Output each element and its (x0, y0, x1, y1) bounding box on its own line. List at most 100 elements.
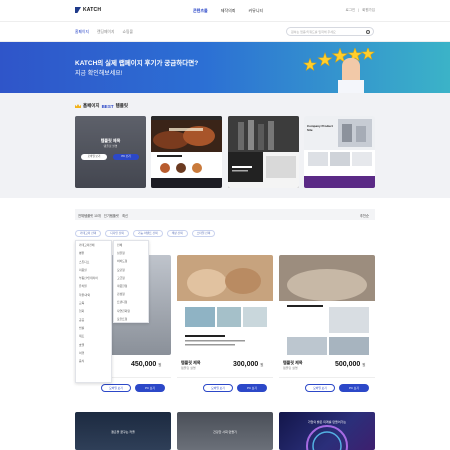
design-dropdown[interactable]: 전체 심플형 비비드형 모던형 고급형 따뜻한형 감성형 트렌디형 자연친화형 … (113, 240, 149, 323)
mobile-view-button[interactable]: 모바일 보기 (81, 154, 107, 160)
dropdown-option[interactable]: 학원/과외 (76, 291, 111, 299)
dropdown-option[interactable]: 호텔 (76, 341, 111, 349)
best-card-4-title: Company Product Site (307, 124, 333, 132)
bottom-card-3-graphic (306, 425, 348, 450)
dropdown-option[interactable]: 포인트형 (114, 315, 148, 323)
best-title-accent: BEST (101, 103, 114, 109)
product-1-price-value: 450,000 (131, 361, 157, 368)
tab-homepage[interactable]: 홈페이지 (75, 30, 89, 35)
restaurant-template-thumbnail (151, 116, 222, 188)
product-2-pc-button[interactable]: PC 보기 (237, 384, 267, 392)
dropdown-option[interactable]: 따뜻한형 (114, 282, 148, 290)
dropdown-option[interactable]: 고급형 (114, 274, 148, 282)
product-3-thumbnail[interactable] (279, 255, 375, 355)
dropdown-option[interactable]: 법률 (76, 324, 111, 332)
dropdown-option[interactable]: 여행 (76, 349, 111, 357)
util-divider: | (358, 8, 360, 12)
category-dropdown[interactable]: 카테고리전체 병원 스튜디오 미용실 부동산/인테리어 유치원 학원/과외 교육… (75, 240, 112, 383)
bottom-card-1[interactable]: 결혼을 꿈꾸는 커플 (75, 412, 171, 450)
product-3-price-value: 500,000 (335, 361, 361, 368)
product-2-price: 300,000 원 (233, 361, 264, 368)
dropdown-option[interactable]: 트렌디형 (114, 298, 148, 306)
sort-popular[interactable]: 인기템플릿 (104, 213, 119, 218)
nav-community[interactable]: 커뮤니티 (248, 8, 263, 14)
sleeve-illustration (338, 80, 364, 93)
product-3-mobile-button[interactable]: 모바일 보기 (305, 384, 335, 392)
nav-request[interactable]: 제작의뢰 (221, 8, 236, 14)
dropdown-option[interactable]: 음식 (76, 357, 111, 365)
filter-left: 전체템플릿 10개 인기템플릿 최신 (78, 213, 128, 218)
best-card-subtitle: 템플릿 설명 (103, 144, 118, 148)
dropdown-option[interactable]: 부동산/인테리어 (76, 274, 111, 282)
dropdown-option[interactable]: 병원 (76, 249, 111, 257)
sub-nav: 홈페이지 랜딩페이지 쇼핑몰 원하는 업종/키워드를 입력해 주세요 (0, 22, 450, 42)
dropdown-option[interactable]: 공공 (76, 316, 111, 324)
tab-landing[interactable]: 랜딩페이지 (97, 30, 114, 35)
bottom-card-3[interactable]: 기업의 밝은 미래를 만들어가는 (279, 412, 375, 450)
dropdown-option[interactable]: 감성형 (114, 290, 148, 298)
product-2-mobile-button[interactable]: 모바일 보기 (203, 384, 233, 392)
best-card-3[interactable] (228, 116, 299, 188)
dropdown-option[interactable]: 제조 (76, 332, 111, 340)
best-title-suffix: 템플릿 (115, 103, 128, 108)
best-title-prefix: 홈페이지 (83, 103, 100, 108)
bottom-card-3-title: 기업의 밝은 미래를 만들어가는 (307, 420, 347, 424)
logo-text: KATCH (83, 7, 102, 13)
crown-icon (75, 104, 81, 108)
sort-dropdown[interactable]: 추천순 (360, 213, 369, 218)
product-3-price: 500,000 원 (335, 361, 366, 368)
nav-content-mall[interactable]: 콘텐츠몰 (193, 8, 208, 14)
banner-title: KATCH의 실제 랩페이지 후기가 궁금하다면? (75, 60, 199, 67)
dropdown-option[interactable]: 전체 (114, 241, 148, 249)
search-icon[interactable] (366, 30, 370, 34)
util-links: 로그인 | 회원가입 (346, 8, 375, 13)
dropdown-option[interactable]: 모던형 (114, 266, 148, 274)
best-card-4[interactable]: Company Product Site (304, 116, 375, 188)
product-1-won: 원 (158, 363, 162, 367)
dropdown-option[interactable]: 협회 (76, 307, 111, 315)
product-2-thumbnail[interactable] (177, 255, 273, 355)
product-2-desc: 템플릿 설명 (181, 366, 196, 370)
logo-mark-icon (75, 7, 81, 13)
dropdown-option[interactable]: 카테고리전체 (76, 241, 111, 249)
chip-feature[interactable]: 기능·이벤트 선택 (132, 230, 163, 237)
dropdown-option[interactable]: 심플형 (114, 249, 148, 257)
chip-design[interactable]: 디자인 선택 (105, 230, 129, 237)
bottom-card-2-title: 건강한 사회 만들기 (213, 430, 237, 434)
dropdown-option[interactable]: 미용실 (76, 266, 111, 274)
best-section (0, 93, 450, 198)
search-placeholder: 원하는 업종/키워드를 입력해 주세요 (291, 30, 336, 34)
divider (177, 377, 273, 378)
subnav-tabs: 홈페이지 랜딩페이지 쇼핑몰 (75, 30, 133, 35)
product-1-pc-button[interactable]: PC 보기 (135, 384, 165, 392)
katch-logo[interactable]: KATCH (75, 7, 101, 13)
bottom-card-1-title: 결혼을 꿈꾸는 커플 (111, 430, 135, 434)
total-count: 전체템플릿 10개 (78, 213, 101, 218)
bottom-card-2[interactable]: 건강한 사회 만들기 (177, 412, 273, 450)
product-2-price-value: 300,000 (233, 361, 259, 368)
signup-link[interactable]: 회원가입 (362, 8, 375, 13)
product-1-mobile-button[interactable]: 모바일 보기 (101, 384, 131, 392)
dropdown-option[interactable]: 비비드형 (114, 257, 148, 265)
banner-subtitle: 지금 확인해보세요! (75, 71, 123, 77)
chip-category[interactable]: 카테고리 선택 (75, 230, 102, 237)
product-3-pc-button[interactable]: PC 보기 (339, 384, 369, 392)
best-card-2[interactable] (151, 116, 222, 188)
best-card-1[interactable]: 템플릿 제목 템플릿 설명 모바일 보기 PC 보기 (75, 116, 146, 188)
divider (279, 377, 375, 378)
sort-latest[interactable]: 최신 (122, 213, 128, 218)
login-link[interactable]: 로그인 (346, 8, 356, 13)
review-banner[interactable] (0, 42, 450, 93)
tab-shop[interactable]: 쇼핑몰 (122, 30, 132, 35)
chip-color[interactable]: 색상 선택 (166, 230, 188, 237)
card-overlay (75, 116, 146, 188)
dropdown-option[interactable]: 자연친화형 (114, 307, 148, 315)
chip-style[interactable]: 스타일 선택 (191, 230, 216, 237)
dropdown-option[interactable]: 교육 (76, 299, 111, 307)
top-header: KATCH 콘텐츠몰 제작의뢰 커뮤니티 로그인 | 회원가입 (0, 0, 450, 22)
pc-view-button[interactable]: PC 보기 (113, 154, 139, 160)
corporate-template-thumbnail (228, 116, 299, 188)
dropdown-option[interactable]: 스튜디오 (76, 258, 111, 266)
dropdown-option[interactable]: 유치원 (76, 282, 111, 290)
search-input[interactable]: 원하는 업종/키워드를 입력해 주세요 (286, 27, 374, 36)
